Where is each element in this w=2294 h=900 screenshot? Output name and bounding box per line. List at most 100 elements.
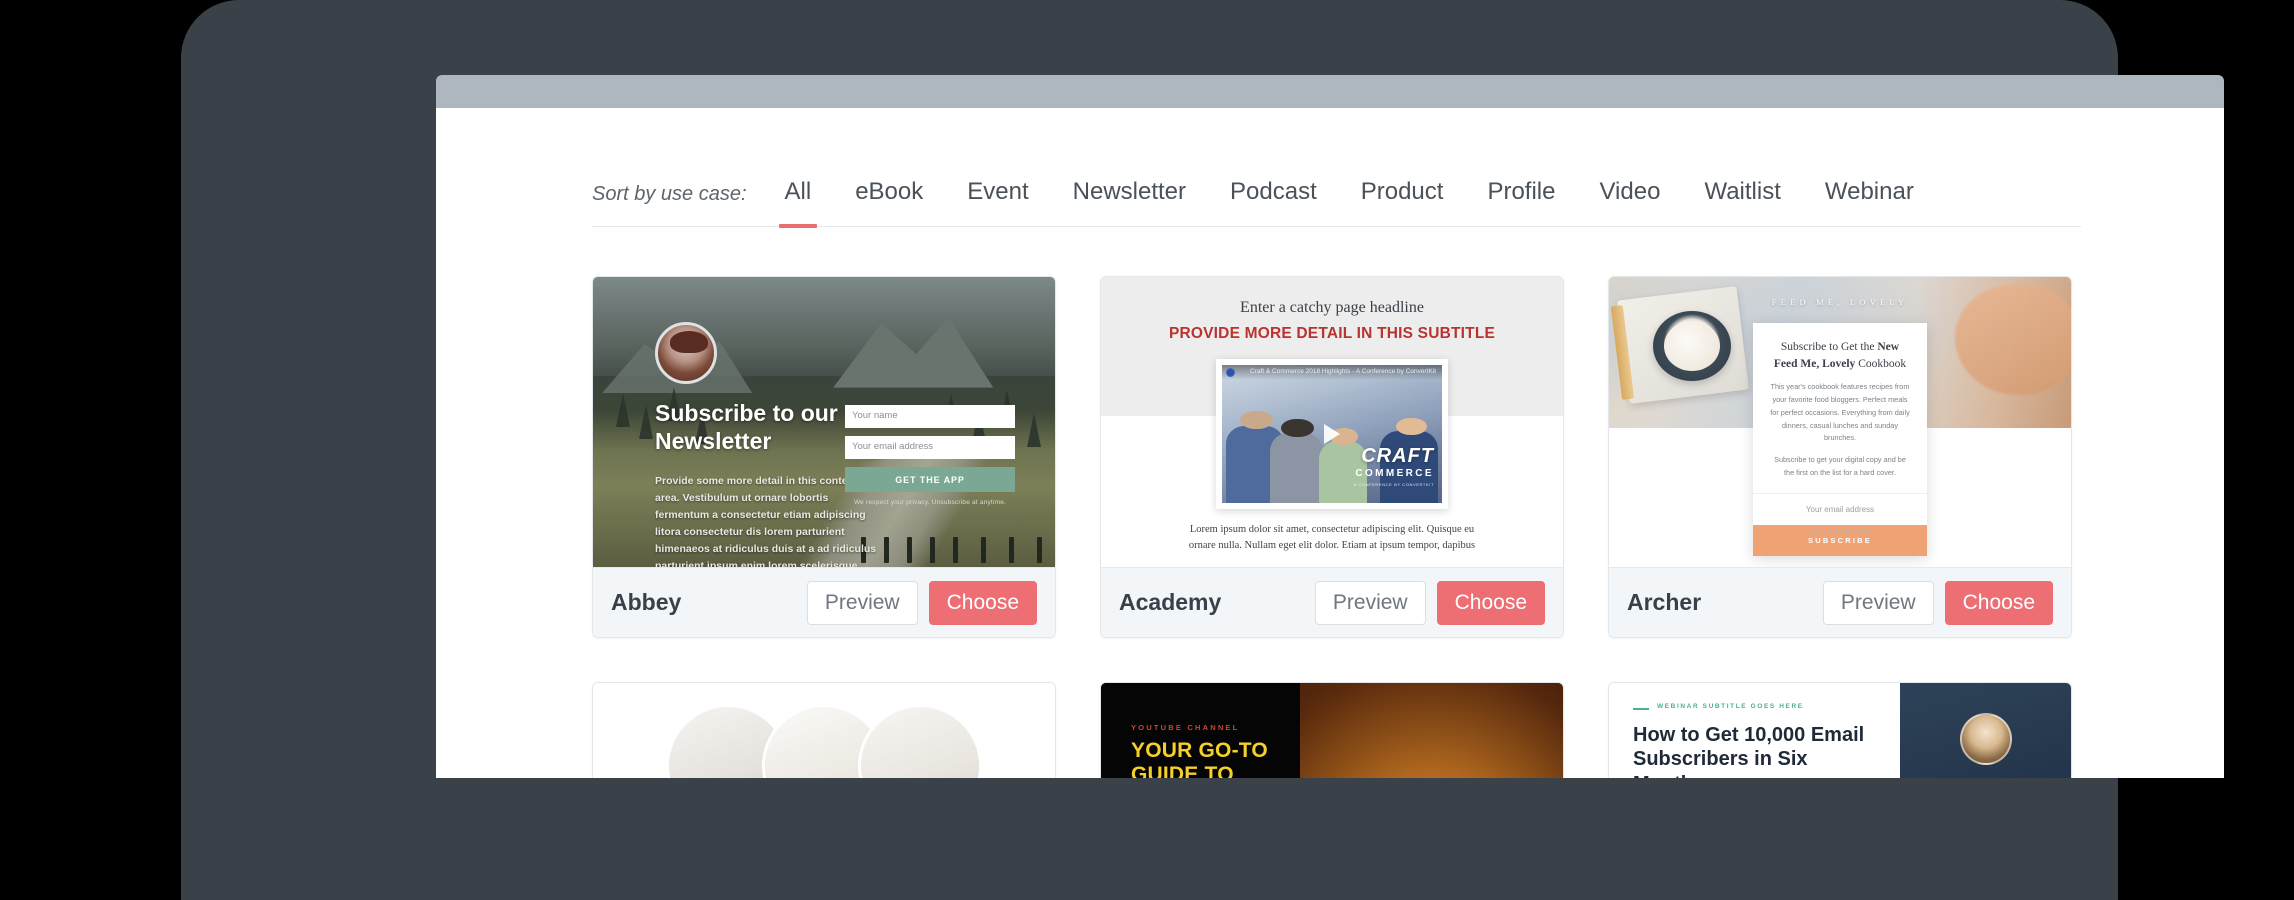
tree (616, 393, 631, 427)
preview-kicker: YOUTUBE CHANNEL (1131, 723, 1240, 732)
video-embed: Craft & Commerce 2018 Highlights - A Con… (1216, 359, 1448, 509)
fence-post (981, 537, 987, 563)
heading-part-2: Cookbook (1855, 357, 1907, 370)
tab-webinar[interactable]: Webinar (1825, 178, 1914, 226)
preview-body-text: Provide some more detail in this content… (655, 475, 877, 567)
template-name: Academy (1119, 589, 1222, 615)
lifestyle-photo-collage (593, 683, 1055, 778)
template-thumbnail-academy[interactable]: Enter a catchy page headline PROVIDE MOR… (1101, 277, 1563, 567)
tab-product-label: Product (1360, 178, 1444, 205)
template-thumbnail-webinar[interactable]: PRESENTED BY Jane Doe WEBINAR SUBTITLE G… (1609, 683, 2071, 778)
accent-dash-icon (1633, 708, 1649, 710)
template-card-youtube-guide[interactable]: YOUTUBE CHANNEL YOUR GO-TO GUIDE TO BECO… (1100, 682, 1564, 778)
template-card-academy[interactable]: Enter a catchy page headline PROVIDE MOR… (1100, 276, 1564, 638)
tab-profile[interactable]: Profile (1487, 178, 1555, 226)
fence-post (1036, 537, 1042, 563)
tree (639, 404, 654, 439)
preview-button[interactable]: Preview (806, 580, 918, 625)
preview-button[interactable]: Preview (1822, 580, 1934, 625)
preview-subtitle: PROVIDE MORE DETAIL IN THIS SUBTITLE (1168, 325, 1496, 342)
video-title-bar: Craft & Commerce 2018 Highlights - A Con… (1222, 365, 1442, 380)
template-grid: Subscribe to our Newsletter Provide some… (592, 276, 2092, 778)
person-head (1239, 410, 1273, 430)
fence-post (907, 537, 913, 563)
template-card-webinar[interactable]: PRESENTED BY Jane Doe WEBINAR SUBTITLE G… (1608, 682, 2072, 778)
tab-waitlist-label: Waitlist (1704, 178, 1781, 205)
preview-heading: How to Get 10,000 Email Subscribers in S… (1633, 724, 1865, 778)
tab-all-label: All (784, 178, 812, 205)
circle-photo (861, 707, 979, 778)
fence-post (1008, 537, 1014, 563)
panel-body-1: This year's cookbook features recipes fr… (1770, 382, 1910, 443)
fence-post (953, 537, 959, 563)
choose-button[interactable]: Choose (928, 580, 1037, 625)
heading-bold-1: New (1877, 341, 1900, 353)
video-thumbnail: Craft & Commerce 2018 Highlights - A Con… (1222, 365, 1442, 503)
signup-form: Your name Your email address GET THE APP… (845, 405, 1015, 506)
app-screen: Sort by use case: All eBook Event Newsle… (436, 108, 2224, 778)
tab-event[interactable]: Event (967, 178, 1028, 226)
heading-bold-2: Feed Me, Lovely (1773, 357, 1856, 370)
tab-ebook[interactable]: eBook (855, 178, 923, 226)
avatar (655, 322, 717, 384)
person-head (1395, 417, 1427, 436)
tab-waitlist[interactable]: Waitlist (1704, 178, 1780, 226)
sort-by-use-case-label: Sort by use case: (592, 183, 747, 205)
panel-heading: Subscribe to Get the New Feed Me, Lovely… (1753, 323, 1927, 372)
preview-heading: YOUR GO-TO GUIDE TO BECOMING A PROFESSIO… (1131, 739, 1268, 778)
tab-product[interactable]: Product (1361, 178, 1444, 226)
template-card-lifestyled[interactable]: LIFESTYLED Preview Choose (592, 682, 1056, 778)
template-card-archer[interactable]: FEED ME, LOVELY Subscribe to Get the New… (1608, 276, 2072, 638)
choose-button[interactable]: Choose (1436, 580, 1545, 625)
email-field: Your email address (1753, 492, 1927, 525)
signup-panel: Subscribe to Get the New Feed Me, Lovely… (1753, 323, 1927, 556)
template-name: Abbey (611, 589, 682, 615)
choose-button[interactable]: Choose (1944, 580, 2053, 625)
name-field: Your name (845, 405, 1015, 428)
preview-body-text: Lorem ipsum dolor sit amet, consectetur … (1188, 524, 1476, 552)
play-icon (1324, 424, 1340, 444)
presenter-panel: PRESENTED BY Jane Doe (1900, 683, 2071, 778)
template-card-footer: Academy Preview Choose (1101, 567, 1563, 637)
tab-podcast[interactable]: Podcast (1230, 178, 1317, 226)
tab-event-label: Event (967, 178, 1029, 205)
template-thumbnail-abbey[interactable]: Subscribe to our Newsletter Provide some… (593, 277, 1055, 567)
template-thumbnail-youtube-guide[interactable]: YOUTUBE CHANNEL YOUR GO-TO GUIDE TO BECO… (1101, 683, 1563, 778)
brand-line-2: COMMERCE (1355, 468, 1434, 479)
use-case-filter-bar: Sort by use case: All eBook Event Newsle… (592, 155, 2081, 228)
heading-part-1: Subscribe to Get the (1780, 341, 1878, 353)
tab-video-label: Video (1599, 178, 1661, 205)
brand-line-3: A CONFERENCE BY CONVERTKIT (1353, 482, 1434, 487)
video-logo-icon (1226, 367, 1235, 377)
presenter-avatar (1959, 713, 2012, 765)
device-frame: Sort by use case: All eBook Event Newsle… (181, 0, 2224, 900)
tab-podcast-label: Podcast (1230, 178, 1317, 205)
template-thumbnail-archer[interactable]: FEED ME, LOVELY Subscribe to Get the New… (1609, 277, 2071, 567)
preview-kicker: WEBINAR SUBTITLE GOES HERE (1657, 703, 1804, 710)
craft-commerce-branding: CRAFT COMMERCE A CONFERENCE BY CONVERTKI… (1354, 446, 1434, 487)
video-title: Craft & Commerce 2018 Highlights - A Con… (1250, 368, 1437, 375)
tab-newsletter[interactable]: Newsletter (1073, 178, 1186, 226)
template-name: Archer (1627, 589, 1702, 615)
template-card-footer: Abbey Preview Choose (593, 567, 1055, 637)
tree (1027, 413, 1042, 448)
fence-post (930, 537, 936, 563)
panel-body-2: Subscribe to get your digital copy and b… (1774, 455, 1906, 477)
person (1270, 433, 1324, 503)
template-card-abbey[interactable]: Subscribe to our Newsletter Provide some… (592, 276, 1056, 638)
tab-all[interactable]: All (778, 178, 817, 228)
bowl (1653, 311, 1731, 381)
privacy-fine-print: We respect your privacy. Unsubscribe at … (853, 499, 1007, 506)
template-card-footer: Archer Preview Choose (1609, 567, 2071, 637)
email-field: Your email address (845, 436, 1015, 459)
browser-titlebar (436, 75, 2224, 108)
copyright-text: © 2019 Feed Me, Lovely (1809, 529, 1871, 535)
template-thumbnail-lifestyled[interactable]: LIFESTYLED (593, 683, 1055, 778)
brand-line-1: CRAFT (1361, 445, 1434, 467)
tab-newsletter-label: Newsletter (1072, 178, 1187, 205)
preview-headline: Enter a catchy page headline (1240, 299, 1424, 316)
tab-video[interactable]: Video (1599, 178, 1660, 226)
cta-button: GET THE APP (845, 467, 1015, 492)
tab-profile-label: Profile (1487, 178, 1556, 205)
preview-button[interactable]: Preview (1314, 580, 1426, 625)
